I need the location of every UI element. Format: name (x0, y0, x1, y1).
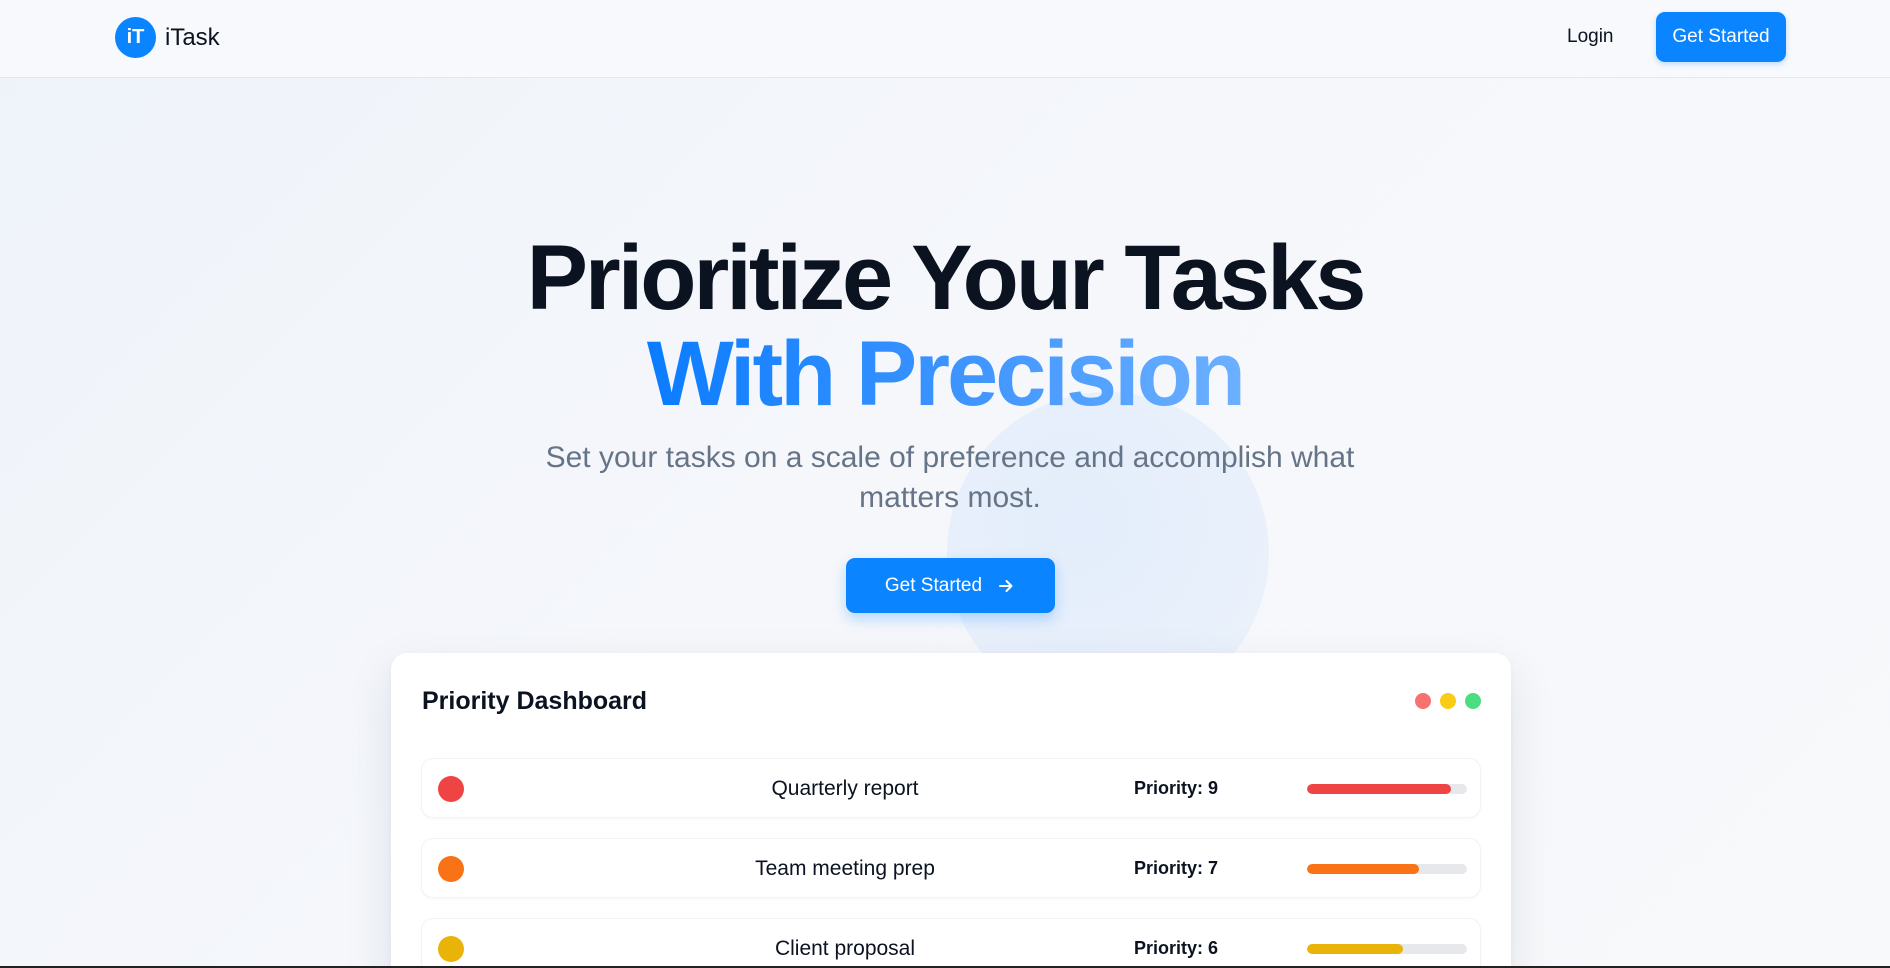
logo-badge: iT (115, 17, 156, 58)
priority-bar-fill (1307, 864, 1419, 874)
window-controls (1415, 693, 1481, 709)
priority-bar (1307, 784, 1467, 794)
task-row[interactable]: Quarterly report Priority: 9 (421, 758, 1481, 818)
task-row[interactable]: Client proposal Priority: 6 (421, 918, 1481, 968)
hero-get-started-button[interactable]: Get Started (846, 558, 1055, 613)
brand-logo[interactable]: iT iTask (115, 17, 220, 58)
priority-bar-fill (1307, 784, 1451, 794)
task-row[interactable]: Team meeting prep Priority: 7 (421, 838, 1481, 898)
nav-get-started-button[interactable]: Get Started (1656, 12, 1786, 62)
window-dot-green (1465, 693, 1481, 709)
hero-title-line-1: Prioritize Your Tasks (526, 227, 1367, 329)
priority-bar (1307, 864, 1467, 874)
hero-cta-label: Get Started (884, 574, 983, 596)
priority-bar-fill (1307, 944, 1403, 954)
hero-title-gradient-text: With Precision (646, 323, 1246, 425)
top-navbar: iT iTask Login Get Started (0, 0, 1890, 78)
priority-bar (1307, 944, 1467, 954)
hero-title-line-2: With Precision (0, 328, 1890, 420)
priority-value: Priority: 9 (1134, 778, 1219, 798)
arrow-right-icon (999, 579, 1013, 592)
dashboard-title: Priority Dashboard (422, 687, 648, 715)
window-dot-yellow (1440, 693, 1456, 709)
hero-subtitle: Set your tasks on a scale of preference … (545, 441, 1355, 514)
priority-value: Priority: 7 (1134, 858, 1219, 878)
window-dot-red (1415, 693, 1431, 709)
priority-dashboard-card: Priority Dashboard Quarterly report Prio… (391, 653, 1511, 968)
login-link[interactable]: Login (1567, 24, 1614, 50)
priority-value: Priority: 6 (1134, 938, 1219, 958)
brand-name: iTask (165, 23, 220, 51)
